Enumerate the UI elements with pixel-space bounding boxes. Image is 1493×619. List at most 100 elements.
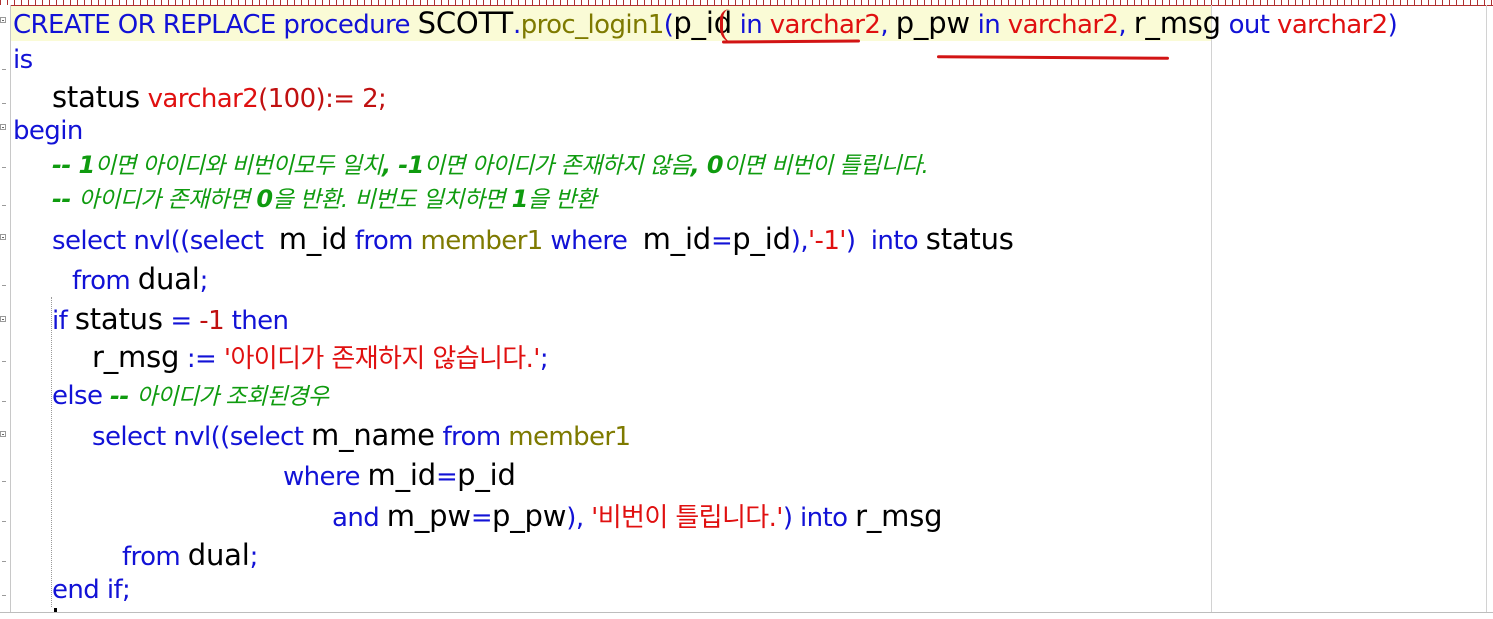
code-token: status xyxy=(52,80,140,114)
block-indent-guide xyxy=(51,297,53,607)
code-token: = xyxy=(162,306,200,336)
code-token: CREATE OR REPLACE procedure xyxy=(13,10,418,40)
gutter-tick xyxy=(2,69,6,70)
right-margin-guide xyxy=(1211,5,1212,618)
code-line-2[interactable]: is xyxy=(13,47,33,73)
code-token: -1 xyxy=(199,306,225,336)
code-token: r_msg xyxy=(1133,6,1221,40)
code-token: -- xyxy=(52,185,79,213)
code-line-3[interactable]: status varchar2(100):= 2; xyxy=(52,80,387,114)
code-token: m_name xyxy=(311,418,435,452)
code-token: m_id xyxy=(642,222,712,256)
fold-marker-icon[interactable] xyxy=(0,17,6,23)
code-token: '-1' xyxy=(808,226,846,256)
code-line-15[interactable]: from dual; xyxy=(122,538,258,572)
code-token: p_pw xyxy=(895,6,970,40)
code-token: out xyxy=(1220,10,1278,40)
code-line-7[interactable]: select nvl((select m_id from member1 whe… xyxy=(52,222,1014,256)
code-token: -- xyxy=(110,382,137,410)
code-token: 1 xyxy=(78,151,95,179)
code-token: then xyxy=(224,306,289,336)
annotation-underline-p-id xyxy=(721,39,861,44)
code-token: ), xyxy=(566,503,592,533)
code-token: 을 반환. 비번도 일치하면 xyxy=(272,187,512,213)
code-token: m_id xyxy=(367,458,437,492)
code-token: 이면 아이디가 존재하지 않음 xyxy=(423,153,691,179)
code-line-4[interactable]: begin xyxy=(13,118,83,144)
code-line-6[interactable]: -- 아이디가 존재하면 0을 반환. 비번도 일치하면 1을 반환 xyxy=(52,185,597,213)
code-line-8[interactable]: from dual; xyxy=(72,262,209,296)
code-line-5[interactable]: -- 1이면 아이디와 비번이모두 일치, -1이면 아이디가 존재하지 않음,… xyxy=(52,151,929,179)
code-token: = xyxy=(711,226,733,256)
code-token: varchar2 xyxy=(769,10,881,40)
code-token: SCOTT xyxy=(417,6,514,40)
fold-marker-icon[interactable] xyxy=(0,316,6,322)
gutter-tick xyxy=(2,401,6,402)
code-token: and xyxy=(332,503,387,533)
code-token: '비번이 틀립니다.' xyxy=(591,503,783,533)
code-token: ) into xyxy=(845,226,926,256)
code-token: . xyxy=(513,10,521,40)
code-token: -- xyxy=(52,151,79,179)
code-line-16[interactable]: end if; xyxy=(52,575,131,605)
code-token: p_pw xyxy=(492,499,567,533)
code-token: in xyxy=(969,10,1008,40)
code-token: where xyxy=(542,226,643,256)
code-token: status xyxy=(74,302,163,336)
code-token: (100) xyxy=(258,84,326,114)
code-token: = xyxy=(470,503,493,533)
gutter-tick xyxy=(2,521,6,522)
code-token: end if xyxy=(52,575,123,605)
gutter-tick xyxy=(2,205,6,206)
code-token: from xyxy=(347,226,421,256)
code-token: '아이디가 존재하지 않습니다.' xyxy=(223,344,541,374)
code-token: from xyxy=(434,422,509,452)
code-token: else xyxy=(52,381,111,411)
gutter-tick xyxy=(2,167,6,168)
code-token: varchar2 xyxy=(147,84,259,114)
fold-marker-icon[interactable] xyxy=(0,431,6,437)
code-line-11[interactable]: else -- 아이디가 조회된경우 xyxy=(52,381,329,411)
code-token: dual xyxy=(187,538,250,572)
code-token: select nvl((select xyxy=(92,422,312,452)
code-token: ; xyxy=(122,575,131,605)
code-token: ), xyxy=(790,226,809,256)
code-token: is xyxy=(13,45,33,75)
code-token: := 2; xyxy=(325,84,387,114)
code-token: where xyxy=(283,462,368,492)
fold-marker-icon[interactable] xyxy=(0,124,6,130)
code-token: m_id xyxy=(278,222,348,256)
code-token: ) into xyxy=(782,503,856,533)
gutter-tick xyxy=(2,361,6,362)
code-token: varchar2 xyxy=(1007,10,1119,40)
code-line-10[interactable]: r_msg := '아이디가 존재하지 않습니다.'; xyxy=(92,343,549,374)
code-token: member1 xyxy=(420,226,544,256)
code-token: begin xyxy=(13,116,83,146)
code-token: r_msg xyxy=(855,499,943,533)
code-line-12[interactable]: select nvl((select m_name from member1 xyxy=(92,418,631,452)
code-token: 아이디가 존재하면 xyxy=(78,187,257,213)
code-token: dual xyxy=(137,262,200,296)
code-line-9[interactable]: if status = -1 then xyxy=(52,302,289,336)
code-token: select nvl((select xyxy=(52,226,279,256)
code-token: p_id xyxy=(732,222,791,256)
code-line-14[interactable]: and m_pw=p_pw), '비번이 틀립니다.') into r_msg xyxy=(332,499,943,533)
fold-marker-icon[interactable] xyxy=(0,234,6,240)
gutter-tick xyxy=(2,595,6,596)
code-token: 이면 아이디와 비번이모두 일치 xyxy=(94,153,383,179)
code-token: ; xyxy=(539,344,549,374)
code-line-1[interactable]: CREATE OR REPLACE procedure SCOTT.proc_l… xyxy=(13,6,1398,40)
code-token: status xyxy=(925,222,1014,256)
annotation-bracket-mark xyxy=(720,9,739,43)
code-line-13[interactable]: where m_id=p_id xyxy=(283,458,516,492)
code-token: if xyxy=(52,306,75,336)
code-token: ; xyxy=(199,266,209,296)
code-token: , xyxy=(1118,10,1134,40)
line-gutter xyxy=(0,5,11,618)
gutter-tick xyxy=(2,285,6,286)
code-token: 1 xyxy=(511,185,529,213)
code-token: := xyxy=(179,344,224,374)
code-token: , -1 xyxy=(382,151,424,179)
annotation-underline-p-pw xyxy=(936,55,1170,60)
